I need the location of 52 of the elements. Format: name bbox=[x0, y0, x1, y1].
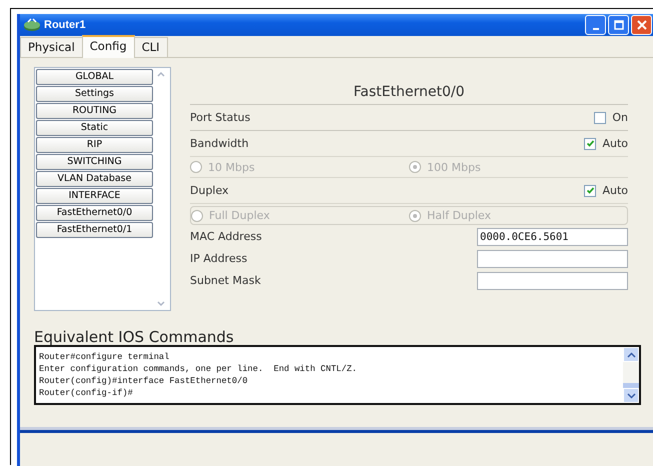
sidebar-button[interactable]: VLAN Database bbox=[36, 171, 153, 187]
checkbox[interactable] bbox=[584, 184, 596, 196]
console-line: Enter configuration commands, one per line. End with CNTL/Z. bbox=[39, 363, 358, 375]
sidebar-button[interactable]: GLOBAL bbox=[36, 69, 153, 85]
section-title: Equivalent IOS Commands bbox=[34, 330, 235, 345]
scroll-thumb[interactable] bbox=[623, 383, 639, 388]
field-label: Subnet Mask bbox=[190, 274, 261, 287]
window-title: Router1 bbox=[44, 19, 86, 31]
scroll-down-button[interactable] bbox=[623, 388, 639, 403]
console-line: Router(config-if)# bbox=[39, 387, 134, 399]
radio-label: 10 Mbps bbox=[208, 160, 255, 174]
sidebar-button[interactable]: INTERFACE bbox=[36, 188, 153, 204]
sidebar-button[interactable]: RIP bbox=[36, 137, 153, 153]
maximize-icon bbox=[614, 20, 624, 30]
caret-down-icon bbox=[626, 392, 636, 398]
tab[interactable]: Config bbox=[82, 35, 135, 58]
router-icon bbox=[23, 18, 41, 32]
checkbox-label: Auto bbox=[602, 137, 628, 150]
scroll-up-button[interactable] bbox=[623, 347, 639, 362]
sidebar-button[interactable]: FastEthernet0/1 bbox=[36, 222, 153, 238]
field-label: MAC Address bbox=[190, 230, 262, 243]
console-line: Router#configure terminal bbox=[39, 351, 170, 363]
minimize-icon bbox=[592, 28, 598, 30]
scrollbar[interactable] bbox=[623, 347, 639, 403]
sidebar-button[interactable]: Settings bbox=[36, 86, 153, 102]
checkbox[interactable] bbox=[584, 138, 596, 150]
checkbox[interactable] bbox=[594, 112, 606, 124]
minimize-button[interactable] bbox=[585, 15, 606, 35]
sidebar-button[interactable]: FastEthernet0/0 bbox=[36, 205, 153, 221]
sidebar-button[interactable]: SWITCHING bbox=[36, 154, 153, 170]
close-icon bbox=[636, 20, 646, 30]
input-field[interactable]: 0000.0CE6.5601 bbox=[477, 228, 628, 246]
field-label: Duplex bbox=[190, 184, 229, 197]
caret-up-icon bbox=[626, 352, 636, 358]
tab[interactable]: CLI bbox=[134, 37, 168, 57]
maximize-button[interactable] bbox=[608, 15, 629, 35]
field-label: Bandwidth bbox=[190, 137, 249, 150]
radio-label: 100 Mbps bbox=[427, 160, 481, 174]
field-label: Port Status bbox=[190, 111, 250, 124]
field-label: IP Address bbox=[190, 252, 248, 265]
radio-label: Half Duplex bbox=[427, 209, 492, 222]
input-field[interactable] bbox=[477, 272, 628, 290]
sidebar-button[interactable]: ROUTING bbox=[36, 103, 153, 119]
console-line: Router(config)#interface FastEthernet0/0 bbox=[39, 375, 249, 387]
input-field[interactable] bbox=[477, 250, 628, 268]
tab[interactable]: Physical bbox=[20, 37, 83, 57]
checkbox-label: Auto bbox=[602, 184, 628, 197]
panel-title: FastEthernet0/0 bbox=[190, 84, 628, 105]
radio-label: Full Duplex bbox=[209, 209, 270, 222]
sidebar-button[interactable]: Static bbox=[36, 120, 153, 136]
checkbox-label: On bbox=[612, 111, 628, 124]
close-button[interactable] bbox=[631, 15, 652, 35]
